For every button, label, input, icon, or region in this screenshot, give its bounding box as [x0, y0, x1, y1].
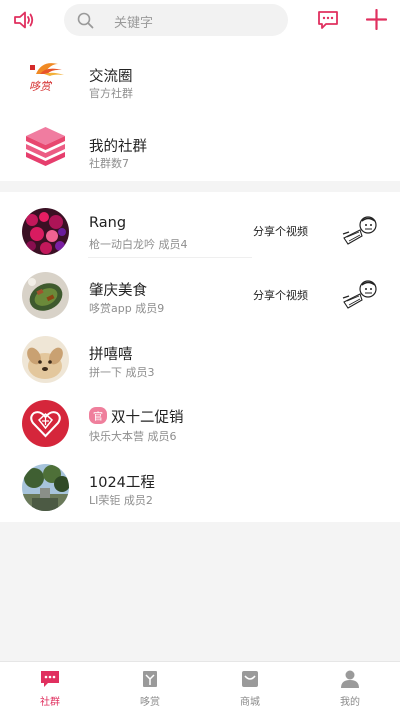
bottom-nav: 社群 哆赏 商城 我的 [0, 661, 400, 710]
share-video-label: 分享个视频 [253, 225, 308, 238]
group-name: 肇庆美食 [89, 283, 147, 299]
community-subtitle: 社群数7 [89, 157, 129, 170]
dog-avatar [22, 336, 69, 383]
group-subtitle: 枪一动白龙吟 成员4 [89, 238, 188, 251]
gift-icon [143, 671, 157, 687]
trees-avatar [22, 464, 69, 511]
list-item-group[interactable]: 官双十二促销 快乐大本营 成员6 [0, 386, 400, 450]
official-section: 哆赏 交流圈 官方社群 我的社群 社群数7 [0, 40, 400, 181]
svg-text:哆赏: 哆赏 [29, 80, 53, 93]
group-name-text: 双十二促销 [111, 410, 184, 426]
group-subtitle: LI荣钜 成员2 [89, 494, 153, 507]
shopping-bag-icon [242, 671, 258, 687]
tab-reward[interactable]: 哆赏 [100, 662, 200, 710]
tab-profile[interactable]: 我的 [300, 662, 400, 710]
group-name: 官双十二促销 [89, 406, 184, 427]
tab-mall[interactable]: 商城 [200, 662, 300, 710]
group-name: 1024工程 [89, 475, 155, 491]
sticker-icon[interactable] [340, 280, 378, 310]
user-icon [341, 670, 359, 688]
group-name: Rang [89, 215, 127, 231]
tab-label: 社群 [40, 697, 60, 708]
add-icon[interactable] [366, 9, 387, 30]
sticker-icon[interactable] [340, 216, 378, 246]
list-item-group[interactable]: 拼嘻嘻 拼一下 成员3 [0, 322, 400, 386]
stack-icon [26, 127, 65, 166]
group-list: Rang 枪一动白龙吟 成员4 分享个视频 肇庆美食 哆赏app 成员9 分享个… [0, 192, 400, 522]
flowers-avatar [22, 208, 69, 255]
group-subtitle: 快乐大本营 成员6 [89, 430, 177, 443]
search-input[interactable]: 关键字 [64, 4, 288, 36]
list-item-my-communities[interactable]: 我的社群 社群数7 [0, 111, 400, 181]
list-item-group[interactable]: 1024工程 LI荣钜 成员2 [0, 450, 400, 516]
tab-label: 哆赏 [140, 697, 160, 708]
community-name: 我的社群 [89, 139, 147, 155]
group-subtitle: 拼一下 成员3 [89, 366, 155, 379]
speaker-icon[interactable] [12, 9, 36, 31]
group-subtitle: 哆赏app 成员9 [89, 302, 165, 315]
list-item-group[interactable]: Rang 枪一动白龙吟 成员4 分享个视频 [0, 192, 400, 258]
community-chat-icon [41, 671, 59, 687]
food-avatar [22, 272, 69, 319]
community-subtitle: 官方社群 [89, 87, 133, 100]
tab-community[interactable]: 社群 [0, 662, 100, 710]
tab-label: 我的 [340, 697, 360, 708]
official-badge: 官 [89, 407, 107, 424]
group-name: 拼嘻嘻 [89, 347, 133, 363]
top-bar: 关键字 [0, 0, 400, 40]
search-icon [77, 12, 94, 29]
tab-label: 商城 [240, 697, 260, 708]
share-video-label: 分享个视频 [253, 289, 308, 302]
community-name: 交流圈 [89, 69, 133, 85]
list-item-group[interactable]: 肇庆美食 哆赏app 成员9 分享个视频 [0, 258, 400, 322]
gold-logo-icon: 哆赏 [22, 52, 69, 99]
list-item-official-community[interactable]: 哆赏 交流圈 官方社群 [0, 40, 400, 111]
heart-logo-avatar [22, 400, 69, 447]
app-root: 关键字 哆赏 交流圈 官方社群 我的社群 社群数7 Rang 枪一动白龙吟 成员… [0, 0, 400, 710]
message-icon[interactable] [317, 10, 339, 30]
search-placeholder: 关键字 [114, 16, 154, 31]
